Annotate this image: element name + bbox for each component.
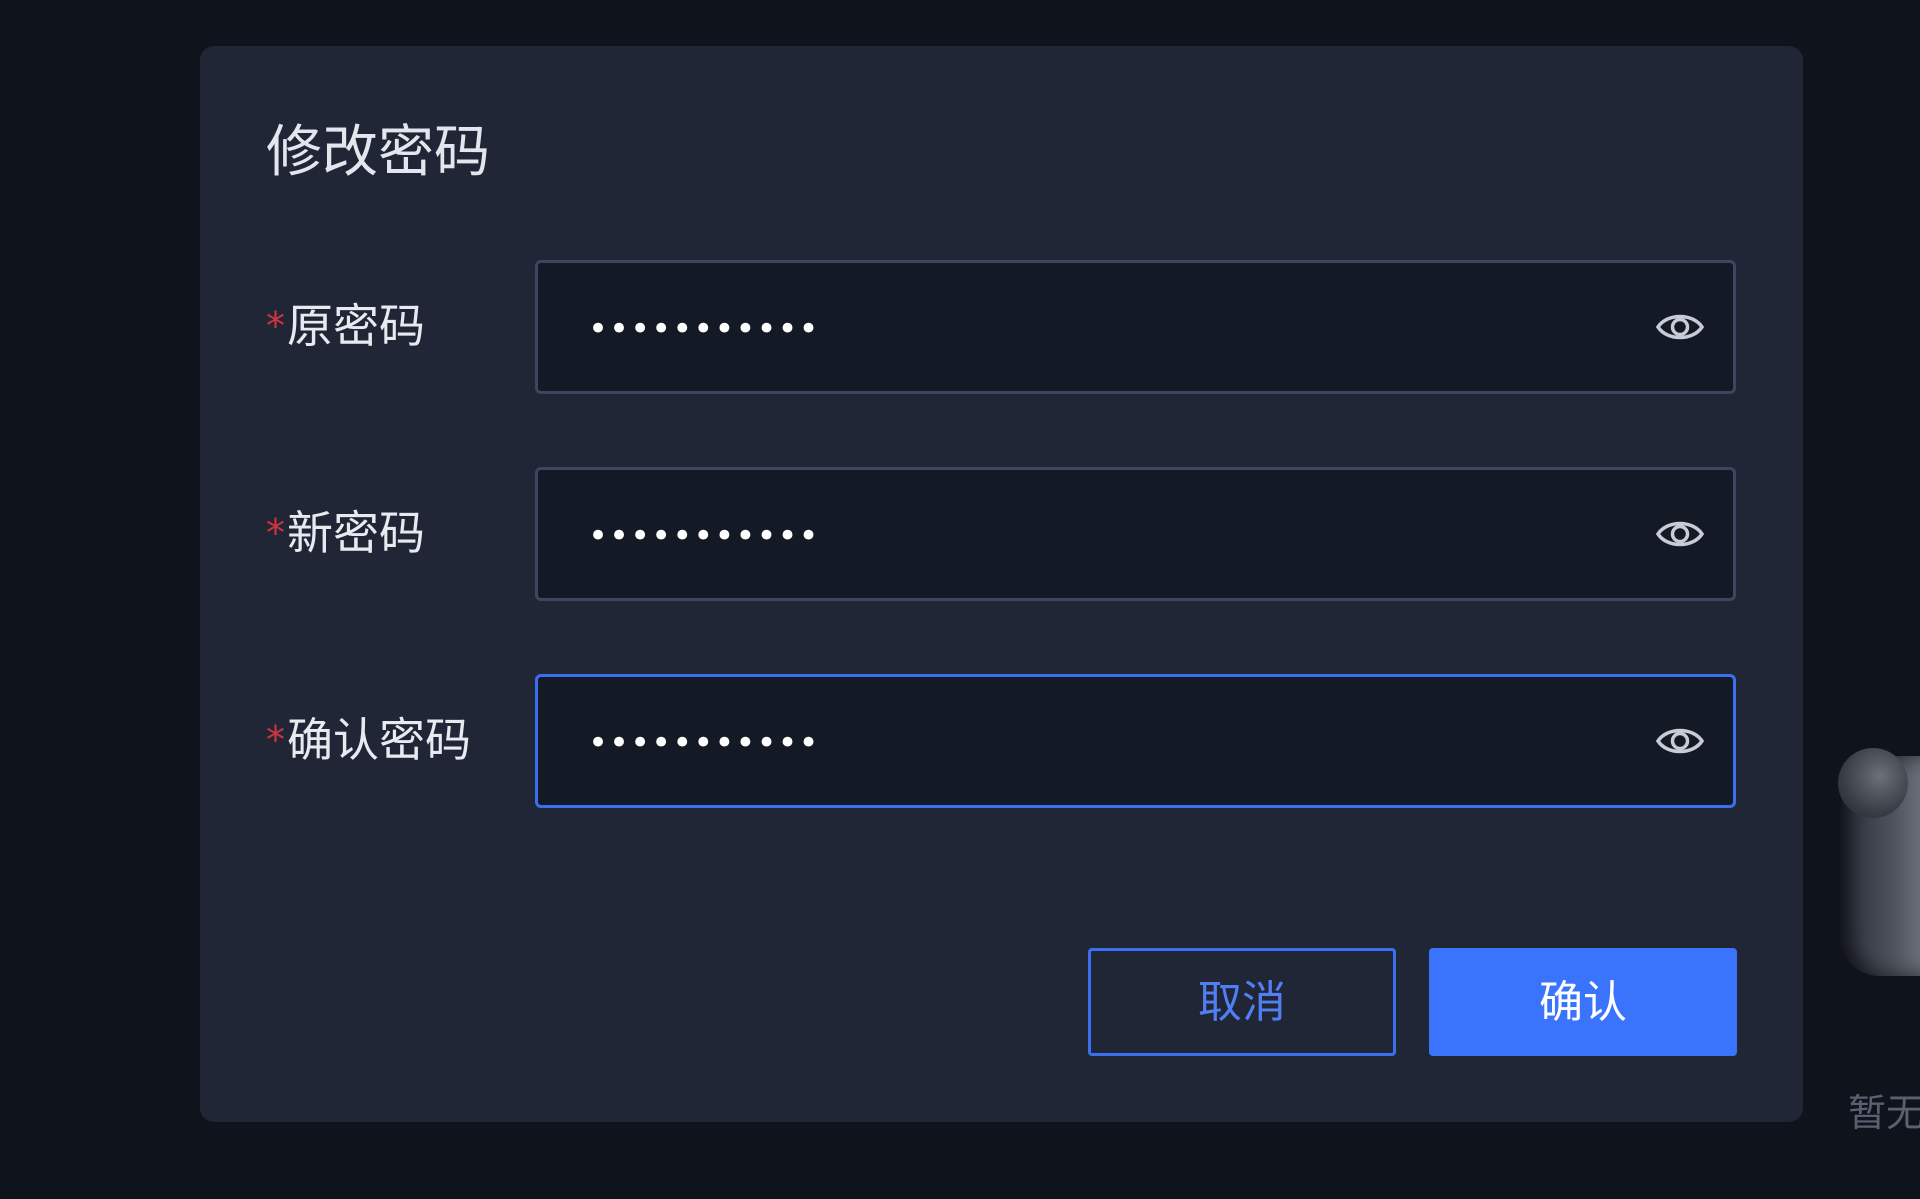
- new-password-label: *新密码: [266, 501, 425, 565]
- eye-icon[interactable]: [1655, 719, 1705, 763]
- required-mark: *: [266, 718, 285, 762]
- form-row-confirm-password: *确认密码: [200, 674, 1803, 808]
- eye-icon[interactable]: [1655, 305, 1705, 349]
- required-mark: *: [266, 304, 285, 348]
- form-row-old-password: *原密码: [200, 260, 1803, 394]
- change-password-dialog: 修改密码 *原密码 *新密码 *确认密码: [200, 46, 1803, 1122]
- new-password-label-text: 新密码: [287, 506, 425, 560]
- new-password-input-box[interactable]: [535, 467, 1736, 601]
- new-password-input[interactable]: [586, 500, 1590, 572]
- required-mark: *: [266, 511, 285, 555]
- old-password-label-text: 原密码: [287, 299, 425, 353]
- form-row-new-password: *新密码: [200, 467, 1803, 601]
- confirm-button[interactable]: 确认: [1429, 948, 1737, 1056]
- cancel-button[interactable]: 取消: [1088, 948, 1396, 1056]
- old-password-input-box[interactable]: [535, 260, 1736, 394]
- empty-state-curl: [1838, 748, 1908, 818]
- old-password-label: *原密码: [266, 294, 425, 358]
- old-password-input[interactable]: [586, 293, 1590, 365]
- eye-icon[interactable]: [1655, 512, 1705, 556]
- empty-state-illustration: [1838, 748, 1920, 978]
- confirm-password-label: *确认密码: [266, 708, 471, 772]
- confirm-password-input[interactable]: [586, 707, 1590, 779]
- empty-state-text: 暂无: [1848, 1091, 1920, 1135]
- confirm-password-label-text: 确认密码: [287, 713, 471, 767]
- dialog-title: 修改密码: [266, 120, 490, 185]
- confirm-password-input-box[interactable]: [535, 674, 1736, 808]
